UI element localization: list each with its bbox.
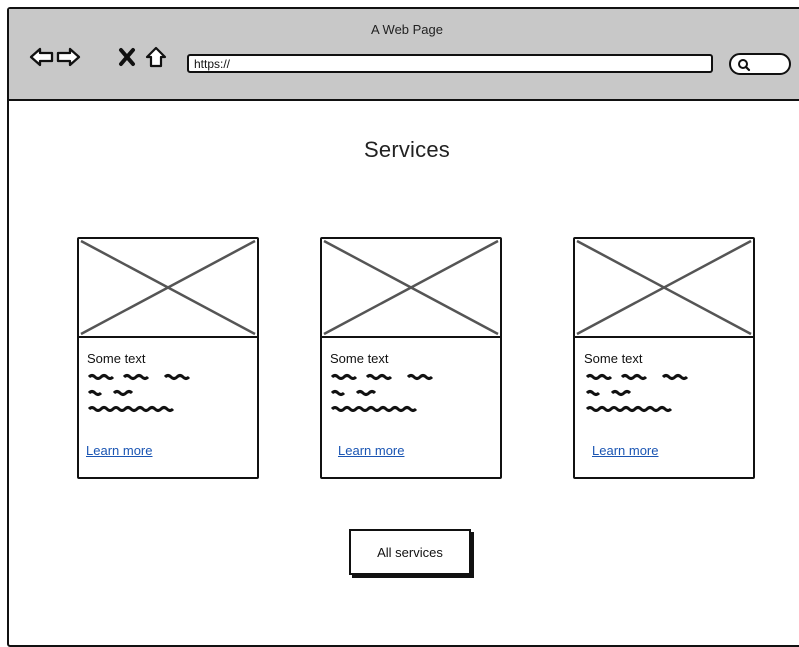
url-input[interactable]: https:// (187, 54, 713, 73)
search-icon (738, 59, 751, 72)
placeholder-scribble-text (87, 374, 191, 412)
learn-more-link[interactable]: Learn more (592, 443, 658, 458)
url-text: https:// (194, 57, 231, 71)
service-card: Some text Learn more (320, 237, 502, 479)
close-icon[interactable] (114, 45, 140, 69)
image-placeholder (322, 239, 500, 338)
forward-arrow-icon[interactable] (55, 45, 81, 69)
search-input[interactable] (729, 53, 791, 75)
placeholder-scribble-text (330, 374, 434, 412)
page-title: Services (364, 137, 450, 162)
browser-window: A Web Page https:// Services Some text L… (7, 7, 799, 647)
image-placeholder (575, 239, 753, 338)
learn-more-link[interactable]: Learn more (338, 443, 404, 458)
learn-more-link[interactable]: Learn more (86, 443, 152, 458)
image-placeholder (79, 239, 257, 338)
back-arrow-icon[interactable] (29, 45, 55, 69)
card-title: Some text (87, 351, 146, 366)
browser-toolbar: A Web Page https:// (9, 9, 799, 101)
service-card: Some text Learn more (573, 237, 755, 479)
placeholder-scribble-text (585, 374, 689, 412)
home-icon[interactable] (143, 45, 169, 69)
window-title: A Web Page (370, 22, 444, 37)
card-title: Some text (330, 351, 389, 366)
card-title: Some text (584, 351, 643, 366)
service-card: Some text Learn more (77, 237, 259, 479)
all-services-button[interactable]: All services (349, 529, 471, 575)
